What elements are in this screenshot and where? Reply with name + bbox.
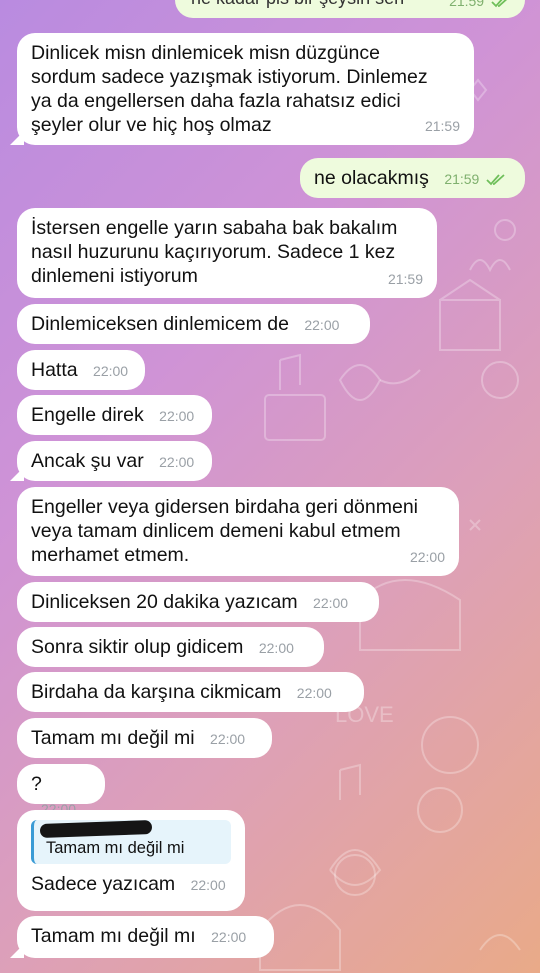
message-time: 22:00	[159, 454, 195, 470]
message-incoming-reply[interactable]: Tamam mı değil mi Sadece yazıcam 22:00	[17, 810, 245, 911]
message-text: ne olacakmış	[314, 167, 429, 189]
message-meta: 21:59	[449, 0, 511, 13]
message-text: Dinlicek misn dinlemicek misn düzgünce s…	[31, 42, 428, 136]
message-time: 21:59	[424, 118, 460, 134]
bubble-tail	[10, 131, 24, 145]
message-time: 22:00	[296, 685, 332, 701]
message-meta: 21:59	[444, 167, 506, 191]
double-check-icon	[491, 0, 508, 8]
bubble-tail	[10, 467, 24, 481]
message-incoming[interactable]: Birdaha da karşına cikmicam 22:00	[17, 672, 364, 712]
message-time: 22:00	[258, 640, 294, 656]
message-time: 21:59	[387, 271, 423, 287]
message-incoming[interactable]: Engelle direk 22:00	[17, 395, 212, 435]
message-outgoing[interactable]: ne olacakmış 21:59	[300, 158, 525, 198]
message-time: 22:00	[211, 929, 247, 945]
message-incoming[interactable]: Sonra siktir olup gidicem 22:00	[17, 627, 324, 667]
message-text: Tamam mı değil mı	[31, 925, 196, 947]
message-text: Hatta	[31, 359, 78, 381]
message-incoming[interactable]: Dinliceksen 20 dakika yazıcam 22:00	[17, 582, 379, 622]
message-incoming[interactable]: İstersen engelle yarın sabaha bak bakalı…	[17, 208, 437, 298]
message-text: Tamam mı değil mi	[31, 727, 195, 749]
bubble-tail	[10, 944, 24, 958]
message-text: ?	[31, 773, 42, 795]
message-text: Sadece yazıcam	[31, 873, 176, 895]
message-text: Dinlemiceksen dinlemicem de	[31, 313, 289, 335]
message-text: Birdaha da karşına cikmicam	[31, 681, 282, 703]
message-time: 22:00	[190, 877, 226, 893]
message-time: 22:00	[159, 408, 195, 424]
message-time: 22:00	[93, 363, 129, 379]
message-text: Sonra siktir olup gidicem	[31, 636, 244, 658]
message-time: 21:59	[444, 171, 480, 187]
redacted-sender-name	[39, 820, 153, 838]
message-incoming[interactable]: ? 22:00	[17, 764, 105, 817]
message-time: 22:00	[409, 549, 445, 565]
message-incoming[interactable]: Tamam mı değil mı 22:00	[10, 916, 274, 958]
message-time: 22:00	[304, 317, 340, 333]
message-incoming[interactable]: Hatta 22:00	[17, 350, 145, 390]
message-text: Engeller veya gidersen birdaha geri dönm…	[31, 496, 418, 566]
message-text: İstersen engelle yarın sabaha bak bakalı…	[31, 217, 398, 287]
message-incoming[interactable]: Ancak şu var 22:00	[10, 441, 212, 481]
message-time: 22:00	[210, 731, 246, 747]
message-text: Dinliceksen 20 dakika yazıcam	[31, 591, 298, 613]
message-time: 22:00	[313, 595, 349, 611]
message-text: ne kadar pis bir şeysin sen	[191, 0, 404, 10]
message-incoming[interactable]: Dinlicek misn dinlemicek misn düzgünce s…	[10, 33, 474, 145]
reply-quote[interactable]: Tamam mı değil mi	[31, 820, 231, 864]
message-outgoing[interactable]: ne kadar pis bir şeysin sen 21:59	[175, 0, 525, 18]
chat-message-list[interactable]: ne kadar pis bir şeysin sen 21:59 Dinlic…	[0, 0, 540, 973]
double-check-icon	[486, 174, 505, 186]
message-incoming[interactable]: Dinlemiceksen dinlemicem de 22:00	[17, 304, 370, 344]
message-incoming[interactable]: Engeller veya gidersen birdaha geri dönm…	[17, 487, 459, 576]
message-time: 21:59	[449, 0, 485, 9]
message-text: Ancak şu var	[31, 450, 144, 472]
message-incoming[interactable]: Tamam mı değil mi 22:00	[17, 718, 272, 758]
message-text: Engelle direk	[31, 404, 144, 426]
quoted-text: Tamam mı değil mi	[46, 839, 185, 857]
